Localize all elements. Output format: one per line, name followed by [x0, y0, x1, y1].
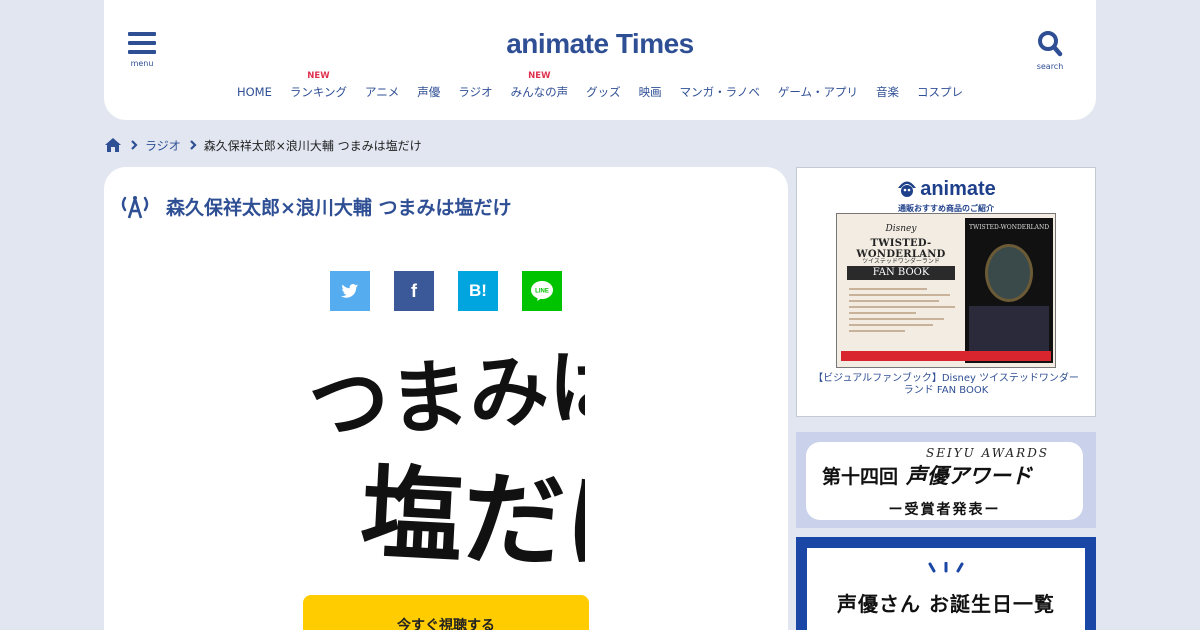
search-button[interactable]: search [1034, 30, 1066, 71]
twitter-share-button[interactable] [330, 271, 370, 311]
breadcrumb-home[interactable] [104, 137, 122, 153]
hatena-bookmark-button[interactable]: B! [458, 271, 498, 311]
nav-item-label: グッズ [586, 85, 621, 99]
site-logo-text: animate Times [506, 28, 694, 59]
cover-text-lines [849, 288, 961, 336]
birthday-list-inner: 声優さん お誕生日一覧 [806, 547, 1086, 630]
facebook-share-button[interactable]: f [394, 271, 434, 311]
nav-item-4[interactable]: ラジオ [458, 84, 492, 100]
home-icon [105, 138, 121, 152]
facebook-icon: f [411, 280, 417, 301]
nav-item-6[interactable]: グッズ [586, 84, 621, 100]
fanbook-cover-left: Disney TWISTED-WONDERLAND ツイステッドワンダーランド … [841, 218, 961, 363]
nav-item-2[interactable]: アニメ [365, 84, 399, 100]
award-english-title: SEIYU AWARDS [926, 446, 1050, 460]
article-title: 森久保祥太郎×浪川大輔 つまみは塩だけ [166, 197, 512, 219]
cover-fanbook-label: FAN BOOK [847, 266, 955, 280]
animate-shop-ad[interactable]: animate 通販おすすめ商品のご紹介 Disney TWISTED-WOND… [796, 167, 1096, 417]
award-ordinal: 第十四回 [822, 466, 899, 488]
nav-item-label: ランキング [289, 85, 348, 99]
mirror-illustration [985, 244, 1033, 302]
nav-item-label: HOME [236, 85, 272, 99]
cover-notice-band [841, 351, 1051, 361]
hatena-icon: B! [469, 281, 487, 300]
fanbook-cover-art: TWISTED-WONDERLAND [965, 218, 1053, 363]
nav-item-1[interactable]: NEW ランキング [289, 71, 348, 100]
breadcrumb-current: 森久保祥太郎×浪川大輔 つまみは塩だけ [203, 138, 422, 153]
nav-item-label: アニメ [365, 85, 400, 99]
site-header: menu animate Times search HOME NEW ランキング アニ… [104, 0, 1096, 120]
animate-brand-text: animate [920, 178, 996, 200]
nav-item-label: みんなの声 [510, 85, 569, 99]
birthday-list-banner[interactable]: 声優さん お誕生日一覧 [796, 537, 1096, 630]
animate-brand: animate [797, 178, 1095, 201]
breadcrumb-category[interactable]: ラジオ [145, 137, 181, 154]
svg-text:LINE: LINE [535, 289, 549, 295]
new-badge: NEW [307, 71, 330, 81]
nav-item-label: 音楽 [876, 85, 900, 99]
cover-kana: ツイステッドワンダーランド [862, 258, 940, 265]
search-label: search [1036, 62, 1064, 71]
nav-item-label: 映画 [638, 85, 662, 99]
sparkle-icon [807, 559, 1085, 578]
award-title: 声優アワード [906, 463, 1032, 488]
program-logo-line1: つまみは [309, 343, 585, 453]
fanbook-cover-image[interactable]: Disney TWISTED-WONDERLAND ツイステッドワンダーランド … [836, 213, 1056, 368]
radio-broadcast-icon [121, 195, 149, 218]
nav-item-label: マンガ・ラノベ [679, 85, 760, 99]
award-subtitle: ー受賞者発表ー [888, 502, 1001, 518]
new-badge: NEW [528, 71, 551, 81]
nav-item-label: コスプレ [917, 85, 964, 99]
line-icon: LINE [531, 281, 553, 301]
nav-item-10[interactable]: 音楽 [876, 84, 899, 100]
nav-item-label: 声優 [417, 85, 441, 99]
program-logo-line2: 塩だけ [358, 453, 585, 573]
listen-now-button[interactable]: 今すぐ視聴する [303, 595, 589, 630]
search-icon [1038, 31, 1063, 57]
article-title-row: 森久保祥太郎×浪川大輔 つまみは塩だけ [120, 193, 512, 220]
nav-item-9[interactable]: ゲーム・アプリ [778, 84, 858, 100]
cover-disney-label: Disney [885, 224, 917, 234]
nav-item-7[interactable]: 映画 [639, 84, 662, 100]
site-logo[interactable]: animate Times [104, 28, 1096, 60]
program-logo: つまみは 塩だけ [309, 343, 585, 573]
fanbook-caption-link[interactable]: 【ビジュアルファンブック】Disney ツイステッドワンダーランド FAN BO… [811, 373, 1081, 397]
share-buttons: f B! LINE [330, 271, 586, 311]
line-share-button[interactable]: LINE [522, 271, 562, 311]
nav-item-3[interactable]: 声優 [417, 84, 440, 100]
twitter-bird-icon [341, 283, 359, 298]
nav-item-11[interactable]: コスプレ [917, 84, 963, 100]
seiyu-awards-banner[interactable]: 第十四回 SEIYU AWARDS 声優アワード ー受賞者発表ー [796, 432, 1096, 528]
nav-item-5[interactable]: NEW みんなの声 [510, 71, 569, 100]
characters-illustration [969, 306, 1049, 352]
breadcrumb: ラジオ 森久保祥太郎×浪川大輔 つまみは塩だけ [104, 134, 422, 156]
nav-item-label: ゲーム・アプリ [777, 85, 859, 99]
menu-label: menu [130, 59, 154, 68]
chevron-right-icon [131, 140, 138, 150]
animate-logo-icon [898, 181, 917, 197]
nav-item-0[interactable]: HOME [237, 85, 272, 99]
cover-art-title: TWISTED-WONDERLAND [968, 224, 1050, 231]
seiyu-awards-inner: 第十四回 SEIYU AWARDS 声優アワード ー受賞者発表ー [806, 442, 1083, 520]
nav-item-label: ラジオ [458, 85, 493, 99]
chevron-right-icon [189, 140, 197, 150]
nav-item-8[interactable]: マンガ・ラノベ [680, 84, 760, 100]
main-nav: HOME NEW ランキング アニメ 声優 ラジオ NEW みんなの声 グッズ 映画 マンガ・ラノベ… [104, 71, 1096, 100]
birthday-list-title: 声優さん お誕生日一覧 [837, 592, 1055, 616]
article-card: 森久保祥太郎×浪川大輔 つまみは塩だけ f B! LINE つまみは 塩だけ 今… [104, 167, 788, 630]
